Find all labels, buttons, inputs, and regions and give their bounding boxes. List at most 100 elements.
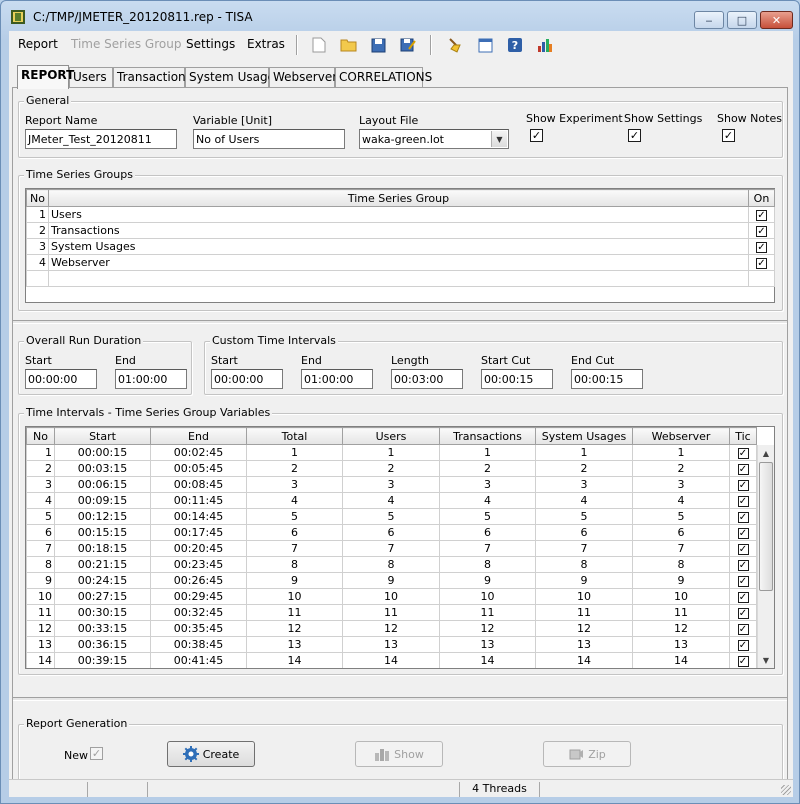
on-cell[interactable]: ✓ (748, 222, 775, 239)
tab-system-usages[interactable]: System Usages (185, 67, 281, 87)
end-cell[interactable]: 00:11:45 (150, 492, 247, 509)
webserver-cell[interactable]: 4 (632, 492, 730, 509)
users-cell[interactable]: 5 (342, 508, 440, 525)
column-header-system-usages[interactable]: System Usages (535, 427, 633, 445)
system-usages-cell[interactable]: 12 (535, 620, 633, 637)
start-cell[interactable]: 00:18:15 (54, 540, 151, 557)
clean-broom-icon[interactable] (445, 35, 465, 55)
table-row[interactable]: 1 00:00:15 00:02:45 1 1 1 1 1 ✓ (26, 444, 757, 461)
tic-checkbox[interactable]: ✓ (737, 575, 749, 587)
splitter-top[interactable] (13, 320, 787, 324)
table-row[interactable]: 7 00:18:15 00:20:45 7 7 7 7 7 ✓ (26, 540, 757, 557)
transactions-cell[interactable]: 4 (439, 492, 536, 509)
show-experiment-checkbox[interactable]: ✓ (530, 129, 543, 142)
column-header-start[interactable]: Start (54, 427, 151, 445)
column-header-no[interactable]: No (26, 189, 49, 207)
start-cell[interactable]: 00:21:15 (54, 556, 151, 573)
start-cell[interactable]: 00:39:15 (54, 652, 151, 668)
tic-checkbox[interactable]: ✓ (737, 447, 749, 459)
column-header-webserver[interactable]: Webserver (632, 427, 730, 445)
tic-cell[interactable]: ✓ (729, 492, 757, 509)
users-cell[interactable]: 4 (342, 492, 440, 509)
menu-time-series-group[interactable]: Time Series Group (71, 37, 181, 51)
start-cut-input[interactable]: 00:00:15 (481, 369, 553, 389)
end-cell[interactable]: 00:05:45 (150, 460, 247, 477)
start-cell[interactable]: 00:24:15 (54, 572, 151, 589)
system-usages-cell[interactable]: 6 (535, 524, 633, 541)
users-cell[interactable]: 13 (342, 636, 440, 653)
close-button[interactable]: ✕ (760, 11, 793, 29)
webserver-cell[interactable]: 7 (632, 540, 730, 557)
save-icon[interactable] (368, 35, 388, 55)
webserver-cell[interactable]: 11 (632, 604, 730, 621)
minimize-button[interactable]: ‒ (694, 11, 724, 29)
users-cell[interactable]: 3 (342, 476, 440, 493)
scroll-thumb[interactable] (759, 462, 773, 591)
column-header-tic[interactable]: Tic (729, 427, 757, 445)
column-header-transactions[interactable]: Transactions (439, 427, 536, 445)
tab-users[interactable]: Users (69, 67, 113, 87)
show-notes-checkbox[interactable]: ✓ (722, 129, 735, 142)
total-cell[interactable]: 7 (246, 540, 343, 557)
end-cell[interactable]: 00:23:45 (150, 556, 247, 573)
window-icon[interactable] (475, 35, 495, 55)
menu-settings[interactable]: Settings (186, 37, 235, 51)
maximize-button[interactable]: □ (727, 11, 757, 29)
column-header-users[interactable]: Users (342, 427, 440, 445)
tic-cell[interactable]: ✓ (729, 524, 757, 541)
intervals-scrollbar[interactable]: ▲ ▼ (757, 445, 774, 668)
end-cell[interactable]: 00:38:45 (150, 636, 247, 653)
system-usages-cell[interactable]: 13 (535, 636, 633, 653)
table-row[interactable]: 8 00:21:15 00:23:45 8 8 8 8 8 ✓ (26, 556, 757, 573)
total-cell[interactable]: 5 (246, 508, 343, 525)
custom-end-input[interactable]: 01:00:00 (301, 369, 373, 389)
report-name-input[interactable]: JMeter_Test_20120811 (25, 129, 177, 149)
table-row[interactable]: 1 Users ✓ (26, 206, 775, 223)
system-usages-cell[interactable]: 10 (535, 588, 633, 605)
on-cell[interactable]: ✓ (748, 238, 775, 255)
table-row[interactable]: 4 Webserver ✓ (26, 254, 775, 271)
total-cell[interactable]: 14 (246, 652, 343, 668)
system-usages-cell[interactable]: 14 (535, 652, 633, 668)
end-cell[interactable]: 00:29:45 (150, 588, 247, 605)
tic-checkbox[interactable]: ✓ (737, 479, 749, 491)
table-row[interactable]: 14 00:39:15 00:41:45 14 14 14 14 14 ✓ (26, 652, 757, 668)
start-cell[interactable]: 00:12:15 (54, 508, 151, 525)
users-cell[interactable]: 2 (342, 460, 440, 477)
transactions-cell[interactable]: 11 (439, 604, 536, 621)
total-cell[interactable]: 10 (246, 588, 343, 605)
total-cell[interactable]: 11 (246, 604, 343, 621)
end-cut-input[interactable]: 00:00:15 (571, 369, 643, 389)
transactions-cell[interactable]: 3 (439, 476, 536, 493)
transactions-cell[interactable]: 2 (439, 460, 536, 477)
on-cell[interactable]: ✓ (748, 206, 775, 223)
webserver-cell[interactable]: 9 (632, 572, 730, 589)
variable-input[interactable]: No of Users (193, 129, 345, 149)
webserver-cell[interactable]: 1 (632, 444, 730, 461)
on-cell[interactable]: ✓ (748, 254, 775, 271)
total-cell[interactable]: 9 (246, 572, 343, 589)
users-cell[interactable]: 14 (342, 652, 440, 668)
webserver-cell[interactable]: 8 (632, 556, 730, 573)
webserver-cell[interactable]: 5 (632, 508, 730, 525)
tab-transactions[interactable]: Transactions (113, 67, 192, 87)
table-row[interactable]: 12 00:33:15 00:35:45 12 12 12 12 12 ✓ (26, 620, 757, 637)
start-cell[interactable]: 00:03:15 (54, 460, 151, 477)
tic-cell[interactable]: ✓ (729, 460, 757, 477)
tic-cell[interactable]: ✓ (729, 604, 757, 621)
tic-checkbox[interactable]: ✓ (737, 623, 749, 635)
start-cell[interactable]: 00:27:15 (54, 588, 151, 605)
end-cell[interactable]: 00:20:45 (150, 540, 247, 557)
users-cell[interactable]: 8 (342, 556, 440, 573)
column-header-on[interactable]: On (748, 189, 775, 207)
tic-checkbox[interactable]: ✓ (737, 463, 749, 475)
system-usages-cell[interactable]: 1 (535, 444, 633, 461)
table-row[interactable]: 11 00:30:15 00:32:45 11 11 11 11 11 ✓ (26, 604, 757, 621)
tic-checkbox[interactable]: ✓ (737, 559, 749, 571)
show-settings-checkbox[interactable]: ✓ (628, 129, 641, 142)
tic-cell[interactable]: ✓ (729, 556, 757, 573)
transactions-cell[interactable]: 12 (439, 620, 536, 637)
open-folder-icon[interactable] (339, 35, 359, 55)
end-cell[interactable]: 00:26:45 (150, 572, 247, 589)
system-usages-cell[interactable]: 9 (535, 572, 633, 589)
